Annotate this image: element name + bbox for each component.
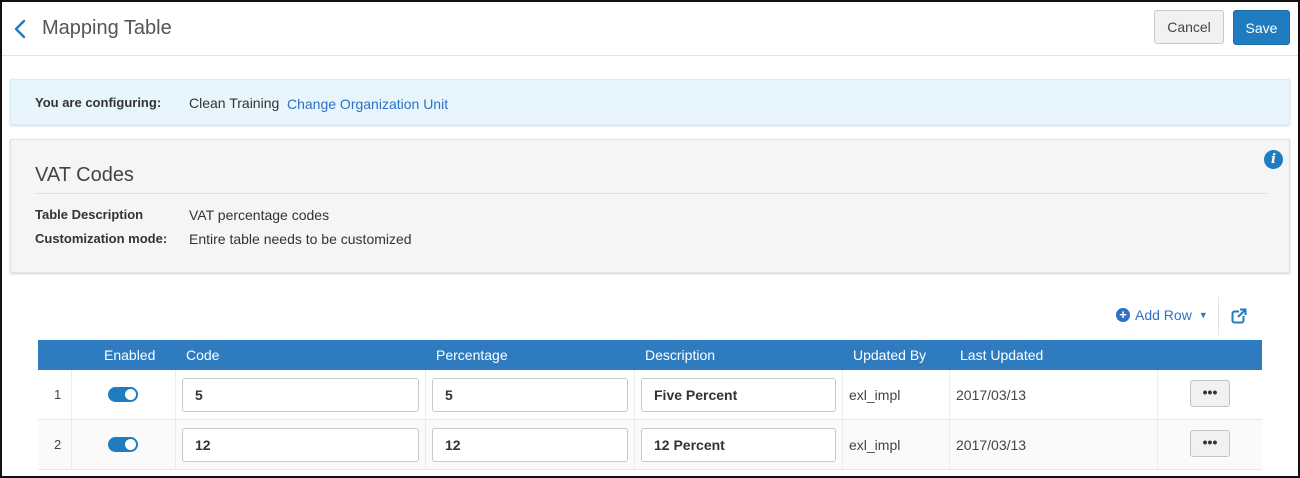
configuring-banner: You are configuring: Clean Training Chan…: [10, 79, 1290, 125]
last-updated-value: 2017/03/13: [956, 387, 1027, 403]
table-row: 1 exl_impl 2017/03/13 •••: [38, 370, 1262, 420]
last-updated-value: 2017/03/13: [956, 437, 1027, 453]
cell-divider: [1157, 420, 1158, 470]
enabled-toggle[interactable]: [108, 437, 138, 452]
page-title: Mapping Table: [42, 17, 172, 39]
cell-divider: [175, 420, 176, 470]
row-actions-button[interactable]: •••: [1190, 430, 1230, 457]
table-header: Enabled Code Percentage Description Upda…: [38, 340, 1262, 370]
percentage-input[interactable]: [432, 428, 628, 462]
cell-divider: [634, 420, 635, 470]
info-icon[interactable]: i: [1264, 150, 1283, 169]
organization-unit-name: Clean Training: [189, 95, 280, 111]
cell-divider: [71, 370, 72, 420]
customization-mode-value: Entire table needs to be customized: [189, 231, 412, 247]
column-header-updated-by[interactable]: Updated By: [853, 347, 926, 363]
cell-divider: [425, 370, 426, 420]
column-header-enabled[interactable]: Enabled: [104, 347, 155, 363]
column-header-percentage[interactable]: Percentage: [436, 347, 508, 363]
row-actions-button[interactable]: •••: [1190, 380, 1230, 407]
updated-by-value: exl_impl: [849, 437, 901, 453]
caret-down-icon: ▼: [1198, 310, 1208, 320]
page-frame: Mapping Table Cancel Save You are config…: [0, 0, 1300, 478]
table-description-value: VAT percentage codes: [189, 207, 330, 223]
enabled-toggle[interactable]: [108, 387, 138, 402]
page-header: Mapping Table Cancel Save: [2, 2, 1298, 56]
table-details-panel: VAT Codes i Table Description VAT percen…: [10, 139, 1290, 273]
row-number: 1: [54, 387, 62, 402]
cell-divider: [842, 370, 843, 420]
toggle-knob: [125, 439, 136, 450]
table-name-title: VAT Codes: [35, 164, 134, 186]
description-input[interactable]: [641, 378, 836, 412]
cell-divider: [949, 370, 950, 420]
description-input[interactable]: [641, 428, 836, 462]
column-header-last-updated[interactable]: Last Updated: [960, 347, 1043, 363]
cell-divider: [949, 420, 950, 470]
code-input[interactable]: [182, 428, 419, 462]
toolbar-divider: [1218, 297, 1219, 335]
back-chevron-icon[interactable]: [10, 16, 32, 42]
configuring-label: You are configuring:: [35, 95, 162, 110]
change-organization-unit-link[interactable]: Change Organization Unit: [287, 96, 448, 112]
table-description-label: Table Description: [35, 207, 144, 222]
table-row: 2 exl_impl 2017/03/13 •••: [38, 420, 1262, 470]
customization-mode-label: Customization mode:: [35, 231, 168, 246]
row-number: 2: [54, 437, 62, 452]
plus-circle-icon: +: [1116, 308, 1130, 322]
cell-divider: [1157, 370, 1158, 420]
column-header-code[interactable]: Code: [186, 347, 219, 363]
updated-by-value: exl_impl: [849, 387, 901, 403]
details-divider: [35, 193, 1267, 194]
cell-divider: [71, 420, 72, 470]
save-button[interactable]: Save: [1233, 10, 1290, 45]
external-link-icon[interactable]: [1231, 308, 1247, 324]
toggle-knob: [125, 389, 136, 400]
cell-divider: [842, 420, 843, 470]
cell-divider: [175, 370, 176, 420]
code-input[interactable]: [182, 378, 419, 412]
cell-divider: [634, 370, 635, 420]
column-header-description[interactable]: Description: [645, 347, 715, 363]
cell-divider: [425, 420, 426, 470]
percentage-input[interactable]: [432, 378, 628, 412]
cancel-button[interactable]: Cancel: [1154, 10, 1224, 44]
add-row-button[interactable]: + Add Row ▼: [1116, 307, 1208, 323]
add-row-label: Add Row: [1135, 307, 1192, 323]
